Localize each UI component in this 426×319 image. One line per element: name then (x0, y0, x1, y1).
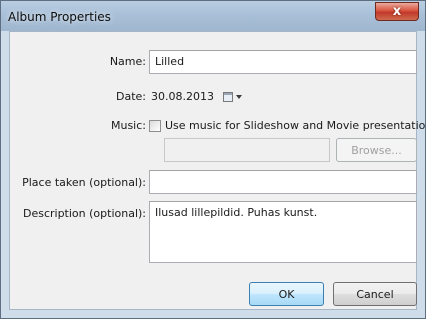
window-title: Album Properties (8, 10, 111, 24)
music-checkbox-label[interactable]: Use music for Slideshow and Movie presen… (165, 119, 426, 132)
place-label: Place taken (optional): (22, 176, 146, 189)
title-bar[interactable]: Album Properties x (1, 1, 425, 31)
browse-button[interactable]: Browse... (336, 138, 417, 162)
music-file-input[interactable] (164, 138, 330, 162)
music-label: Music: (110, 119, 146, 132)
date-picker[interactable]: 30.08.2013 (149, 86, 249, 106)
music-checkbox[interactable] (149, 120, 161, 132)
album-properties-window: Album Properties x Name: Lilled Date: 30… (0, 0, 426, 319)
date-label: Date: (116, 90, 146, 103)
close-icon: x (392, 4, 402, 19)
cancel-button[interactable]: Cancel (333, 282, 417, 306)
name-label: Name: (109, 55, 146, 68)
description-textarea[interactable]: Ilusad lillepildid. Puhas kunst. (149, 201, 417, 263)
browse-button-label: Browse... (351, 144, 402, 157)
cancel-button-label: Cancel (356, 288, 394, 301)
ok-button[interactable]: OK (249, 282, 324, 306)
close-button[interactable]: x (375, 2, 419, 21)
name-value: Lilled (155, 55, 185, 68)
ok-button-label: OK (278, 288, 295, 301)
place-input[interactable] (149, 170, 417, 194)
dialog-body: Name: Lilled Date: 30.08.2013 Music: Use… (9, 31, 426, 310)
name-input[interactable]: Lilled (149, 50, 417, 74)
chevron-down-icon[interactable] (236, 95, 242, 99)
date-value: 30.08.2013 (151, 90, 214, 103)
description-value: Ilusad lillepildid. Puhas kunst. (155, 206, 318, 219)
calendar-icon[interactable] (223, 92, 233, 102)
description-label: Description (optional): (22, 207, 146, 220)
